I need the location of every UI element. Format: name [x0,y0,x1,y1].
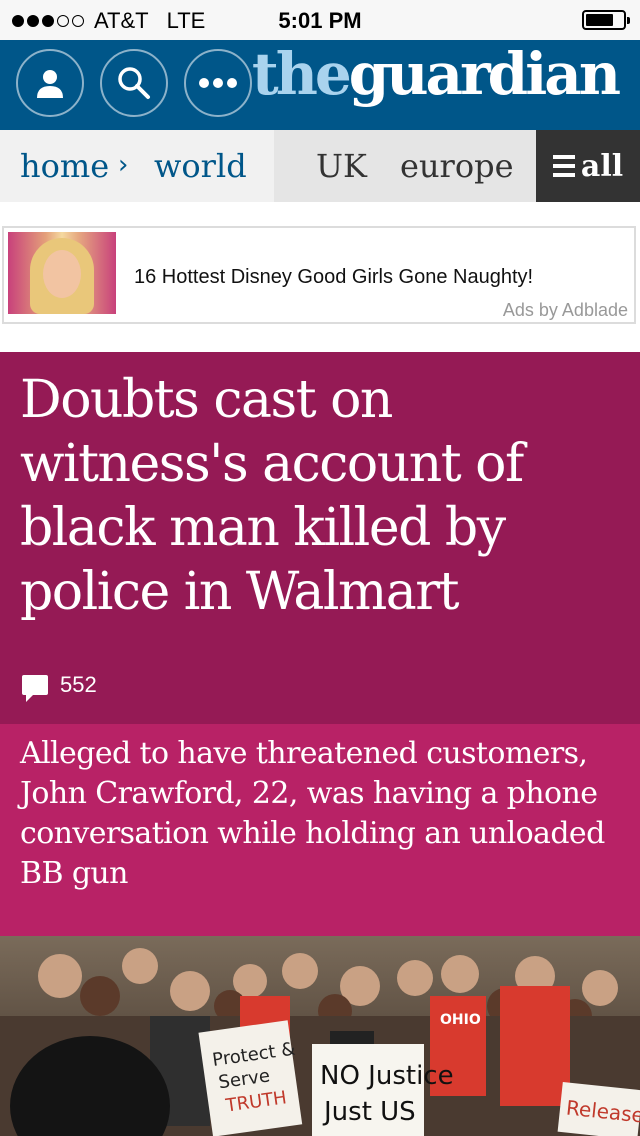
guardian-logo[interactable]: theguardian [251,38,621,110]
protest-crowd-image: Protect & Serve TRUTH NO Justice Just US… [0,936,640,1136]
comment-count: 552 [60,672,97,697]
ad-thumbnail [8,232,116,314]
shirt-ohio: OHIO [440,1012,481,1028]
sign-just-us: Just US [322,1097,416,1127]
search-button[interactable] [100,49,168,117]
search-icon [118,67,150,99]
standfirst-block: Alleged to have threatened customers, Jo… [0,724,640,936]
nav-all-label: all [580,148,624,184]
nav-world-link[interactable]: world [154,146,247,186]
logo-guardian: guardian [348,40,621,108]
headline-block: Doubts cast on witness's account of blac… [0,352,640,724]
logo-the: the [251,40,352,108]
article-headline: Doubts cast on witness's account of blac… [20,370,524,622]
ad-source[interactable]: Ads by Adblade [503,300,628,321]
nav-home-link[interactable]: home [20,146,109,186]
ad-title[interactable]: 16 Hottest Disney Good Girls Gone Naught… [134,266,533,289]
comment-bubble-icon [22,675,48,702]
article-photo[interactable]: Protect & Serve TRUTH NO Justice Just US… [0,936,640,1136]
person-icon [37,70,63,98]
more-dots-icon [199,78,237,88]
sign-no-justice: NO Justice [320,1061,454,1091]
more-button[interactable] [184,49,252,117]
ad-banner[interactable]: 16 Hottest Disney Good Girls Gone Naught… [2,226,636,324]
nav-all-button[interactable]: all [536,130,640,202]
profile-button[interactable] [16,49,84,117]
article-standfirst: Alleged to have threatened customers, Jo… [20,736,605,891]
nav-uk-link[interactable]: UK [316,146,367,186]
nav-europe-link[interactable]: europe [400,146,514,186]
status-bar: AT&T LTE 5:01 PM [0,0,640,40]
battery-level [586,14,613,26]
masthead: theguardian [0,40,640,130]
chevron-right-icon: › [118,150,129,180]
hamburger-icon [552,155,575,177]
battery-icon [582,10,630,30]
comment-count-link[interactable]: 552 [22,672,97,702]
section-nav: home › world UK europe all [0,130,640,202]
status-time: 5:01 PM [278,8,362,33]
